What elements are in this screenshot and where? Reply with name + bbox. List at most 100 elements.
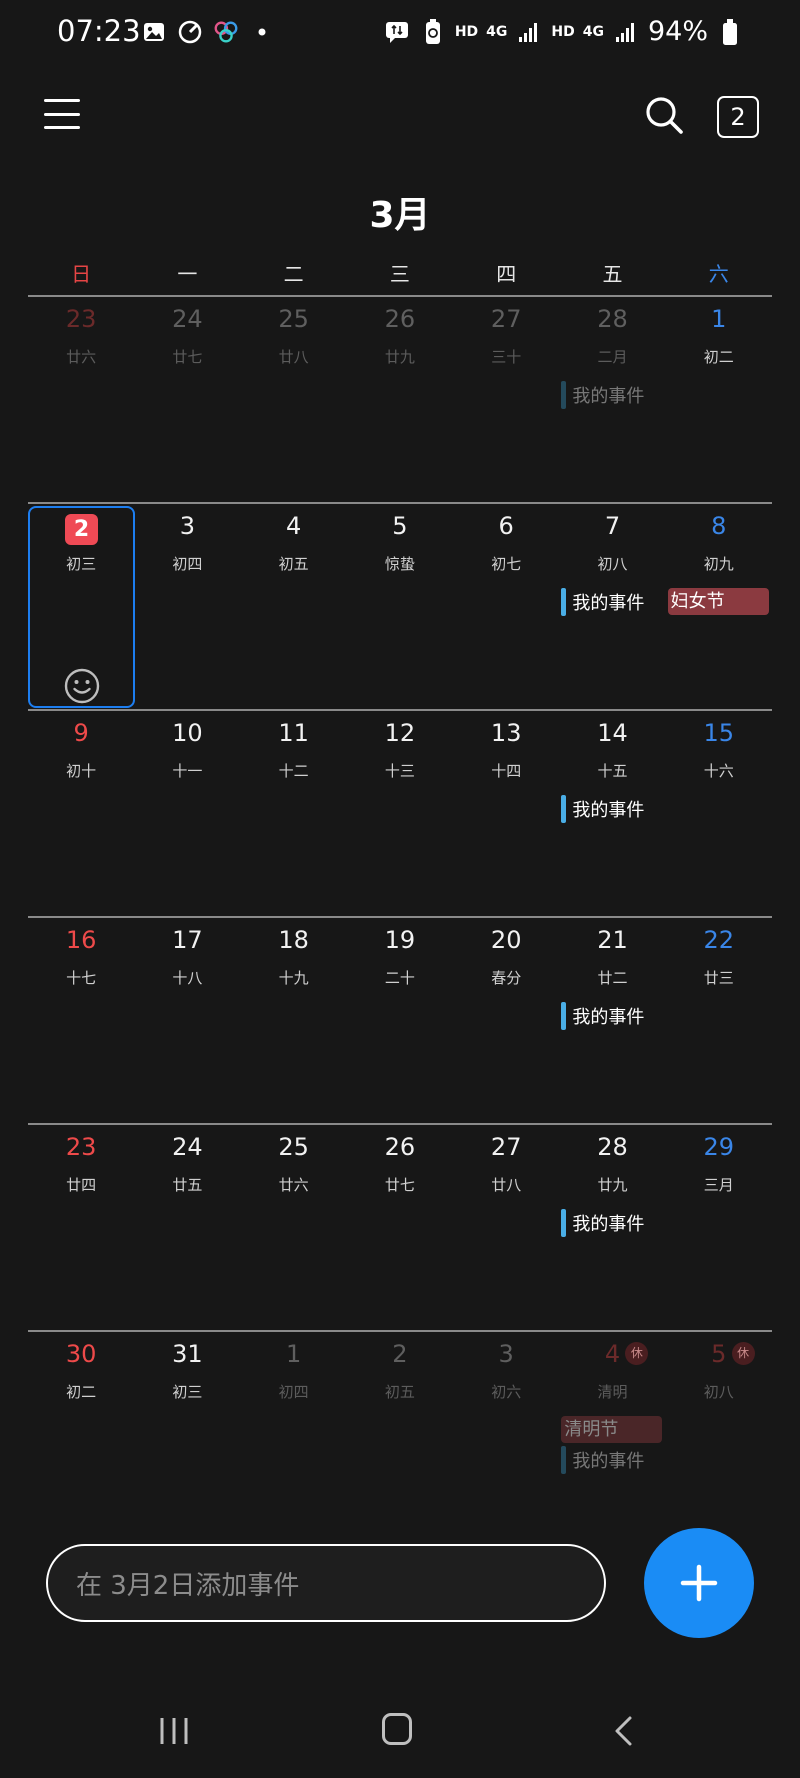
- day-cell[interactable]: 23 廿四: [28, 1125, 134, 1330]
- day-cell[interactable]: 17 十八: [134, 918, 240, 1123]
- event-title: 我的事件: [572, 593, 645, 614]
- status-time: 07:23: [57, 14, 141, 48]
- day-number: 29: [703, 1133, 734, 1161]
- menu-button[interactable]: [44, 94, 80, 134]
- battery-percent: 94%: [647, 16, 708, 47]
- day-number: 18: [278, 926, 309, 954]
- day-cell[interactable]: 30 初二: [28, 1332, 134, 1537]
- day-cell[interactable]: 28 二月 我的事件: [559, 297, 665, 502]
- today-button[interactable]: 2: [717, 96, 759, 138]
- lunar-date: 廿六: [66, 348, 97, 366]
- lunar-date: 十五: [597, 762, 628, 780]
- event-color-bar: [561, 1002, 567, 1030]
- day-cell[interactable]: 29 三月: [666, 1125, 772, 1330]
- event-chip[interactable]: 我的事件: [561, 795, 644, 823]
- holiday-chip[interactable]: 妇女节: [667, 588, 769, 615]
- event-chip[interactable]: 我的事件: [561, 381, 644, 409]
- event-chip[interactable]: 我的事件: [561, 1446, 644, 1474]
- day-cell[interactable]: 21 廿二 我的事件: [559, 918, 665, 1123]
- day-cell[interactable]: 22 廿三: [666, 918, 772, 1123]
- lunar-date: 十七: [66, 969, 97, 987]
- weekday-sun: 日: [71, 262, 92, 286]
- lunar-date: 初四: [172, 555, 203, 573]
- back-icon[interactable]: [612, 1714, 636, 1748]
- week-row: 23 廿四 24 廿五 25 廿六 26 廿七 27 廿八 28 廿九 我的事件: [28, 1123, 772, 1330]
- gallery-icon: [140, 18, 168, 46]
- day-cell[interactable]: 25 廿八: [241, 297, 347, 502]
- day-cell[interactable]: 27 廿八: [453, 1125, 559, 1330]
- day-number: 23: [65, 1133, 97, 1161]
- day-cell[interactable]: 10 十一: [134, 711, 240, 916]
- day-cell[interactable]: 11 十二: [241, 711, 347, 916]
- day-cell[interactable]: 7 初八 我的事件: [559, 504, 665, 709]
- event-color-bar: [561, 795, 567, 823]
- lunar-date: 三十: [491, 348, 522, 366]
- app-bar: 2: [0, 80, 800, 152]
- day-cell[interactable]: 20 春分: [453, 918, 559, 1123]
- plus-icon: [680, 1564, 718, 1602]
- day-number: 22: [703, 926, 734, 954]
- home-icon[interactable]: [382, 1713, 412, 1745]
- lunar-date: 初六: [491, 1383, 522, 1401]
- recent-apps-icon[interactable]: [157, 1714, 191, 1748]
- day-cell[interactable]: 12 十三: [347, 711, 453, 916]
- day-cell[interactable]: 1 初二: [666, 297, 772, 502]
- day-cell[interactable]: 19 二十: [347, 918, 453, 1123]
- day-cell[interactable]: 15 十六: [666, 711, 772, 916]
- day-cell-today[interactable]: 2 初三: [28, 504, 135, 709]
- day-number: 4: [286, 512, 302, 540]
- day-cell[interactable]: 31 初三: [134, 1332, 240, 1537]
- day-cell[interactable]: 18 十九: [241, 918, 347, 1123]
- day-number: 30: [65, 1340, 97, 1368]
- day-cell[interactable]: 9 初十: [28, 711, 134, 916]
- event-chip[interactable]: 我的事件: [561, 1002, 644, 1030]
- day-cell[interactable]: 3 初六: [453, 1332, 559, 1537]
- day-number: 6: [498, 512, 514, 540]
- notification-icons: [140, 18, 276, 46]
- day-cell[interactable]: 2 初五: [347, 1332, 453, 1537]
- day-cell[interactable]: 8 初九 妇女节: [666, 504, 772, 709]
- day-number: 11: [278, 719, 309, 747]
- week-row: 2 初三 3 初四 4 初五 5 惊蛰 6 初七 7 初八 我的事件 8 初九 …: [28, 502, 772, 709]
- battery-saver-icon: [419, 18, 447, 46]
- holiday-chip[interactable]: 清明节: [561, 1416, 663, 1443]
- day-cell[interactable]: 6 初七: [453, 504, 559, 709]
- event-chip[interactable]: 我的事件: [561, 1209, 644, 1237]
- day-cell[interactable]: 25 廿六: [241, 1125, 347, 1330]
- day-cell[interactable]: 14 十五 我的事件: [559, 711, 665, 916]
- week-row: 23 廿六 24 廿七 25 廿八 26 廿九 27 三十 28 二月 我的事件: [28, 295, 772, 502]
- day-cell[interactable]: 16 十七: [28, 918, 134, 1123]
- day-cell[interactable]: 28 廿九 我的事件: [559, 1125, 665, 1330]
- day-cell[interactable]: 24 廿七: [134, 297, 240, 502]
- day-cell[interactable]: 4 休 清明 清明节 我的事件: [559, 1332, 665, 1537]
- day-cell[interactable]: 26 廿七: [347, 1125, 453, 1330]
- day-cell[interactable]: 26 廿九: [347, 297, 453, 502]
- add-event-button[interactable]: [644, 1528, 754, 1638]
- day-number: 7: [604, 512, 621, 540]
- day-cell[interactable]: 27 三十: [453, 297, 559, 502]
- lunar-date: 十三: [384, 762, 415, 780]
- day-number: 9: [73, 719, 89, 747]
- event-chip[interactable]: 我的事件: [561, 588, 644, 616]
- day-cell[interactable]: 13 十四: [453, 711, 559, 916]
- day-cell[interactable]: 3 初四: [134, 504, 240, 709]
- lunar-date: 十九: [278, 969, 309, 987]
- day-cell[interactable]: 5 惊蛰: [347, 504, 453, 709]
- weekday-header: 日 一 二 三 四 五 六: [28, 258, 772, 287]
- day-cell[interactable]: 1 初四: [241, 1332, 347, 1537]
- day-cell[interactable]: 23 廿六: [28, 297, 134, 502]
- weekday-thu: 四: [496, 262, 517, 286]
- day-cell[interactable]: 4 初五: [241, 504, 347, 709]
- day-cell[interactable]: 5 休 初八: [666, 1332, 772, 1537]
- month-title[interactable]: 3月: [0, 186, 800, 238]
- lunar-date: 廿四: [66, 1176, 97, 1194]
- signal-icon: [515, 18, 543, 46]
- add-event-input[interactable]: 在 3月2日添加事件: [46, 1544, 606, 1622]
- day-number: 27: [490, 305, 522, 333]
- lunar-date: 初二: [66, 1383, 97, 1401]
- smiley-icon[interactable]: [63, 667, 101, 705]
- search-button[interactable]: [643, 94, 687, 138]
- event-color-bar: [561, 588, 567, 616]
- lunar-date: 春分: [491, 969, 522, 987]
- day-cell[interactable]: 24 廿五: [134, 1125, 240, 1330]
